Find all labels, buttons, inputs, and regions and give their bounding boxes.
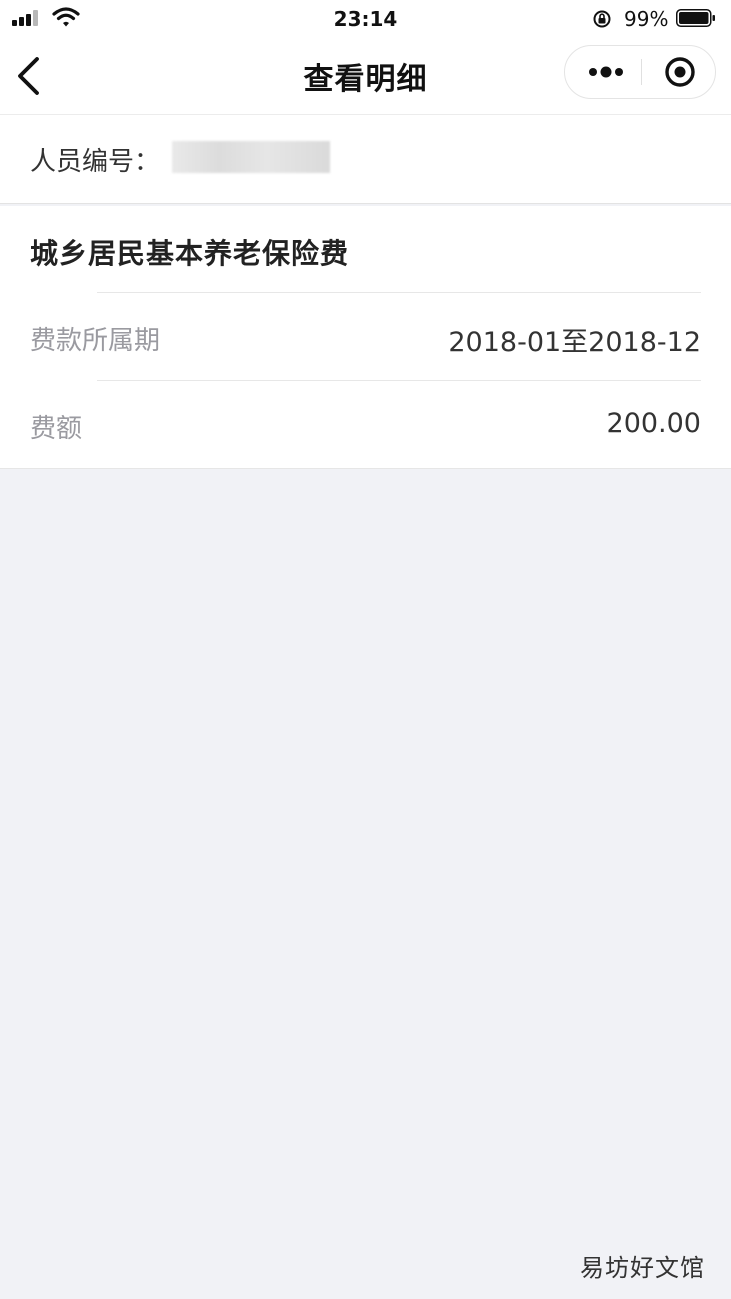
person-id-value-blurred <box>172 141 330 173</box>
person-id-label: 人员编号： <box>30 147 161 177</box>
rotation-lock-icon <box>593 10 611 28</box>
amount-value: 200.00 <box>606 408 701 439</box>
period-label: 费款所属期 <box>30 326 161 356</box>
target-circle-icon[interactable] <box>657 54 703 90</box>
battery-icon <box>676 9 715 27</box>
person-id-row: 人员编号： <box>0 115 731 204</box>
amount-label: 费额 <box>30 414 83 444</box>
mini-program-capsule <box>564 45 716 99</box>
watermark-text: 易坊好文馆 <box>580 1254 705 1282</box>
more-dots-icon[interactable] <box>581 54 631 90</box>
row-divider <box>97 380 701 381</box>
nav-bar: 查看明细 <box>0 40 731 115</box>
capsule-divider <box>641 59 642 85</box>
clock-time: 23:14 <box>333 7 398 31</box>
detail-card: 城乡居民基本养老保险费 费款所属期 2018-01至2018-12 费额 200… <box>0 206 731 469</box>
insurance-type-title: 城乡居民基本养老保险费 <box>30 237 350 270</box>
battery-percent: 99% <box>624 7 669 31</box>
status-bar: 23:14 99% <box>0 0 731 40</box>
period-value: 2018-01至2018-12 <box>448 327 701 358</box>
row-divider <box>97 292 701 293</box>
